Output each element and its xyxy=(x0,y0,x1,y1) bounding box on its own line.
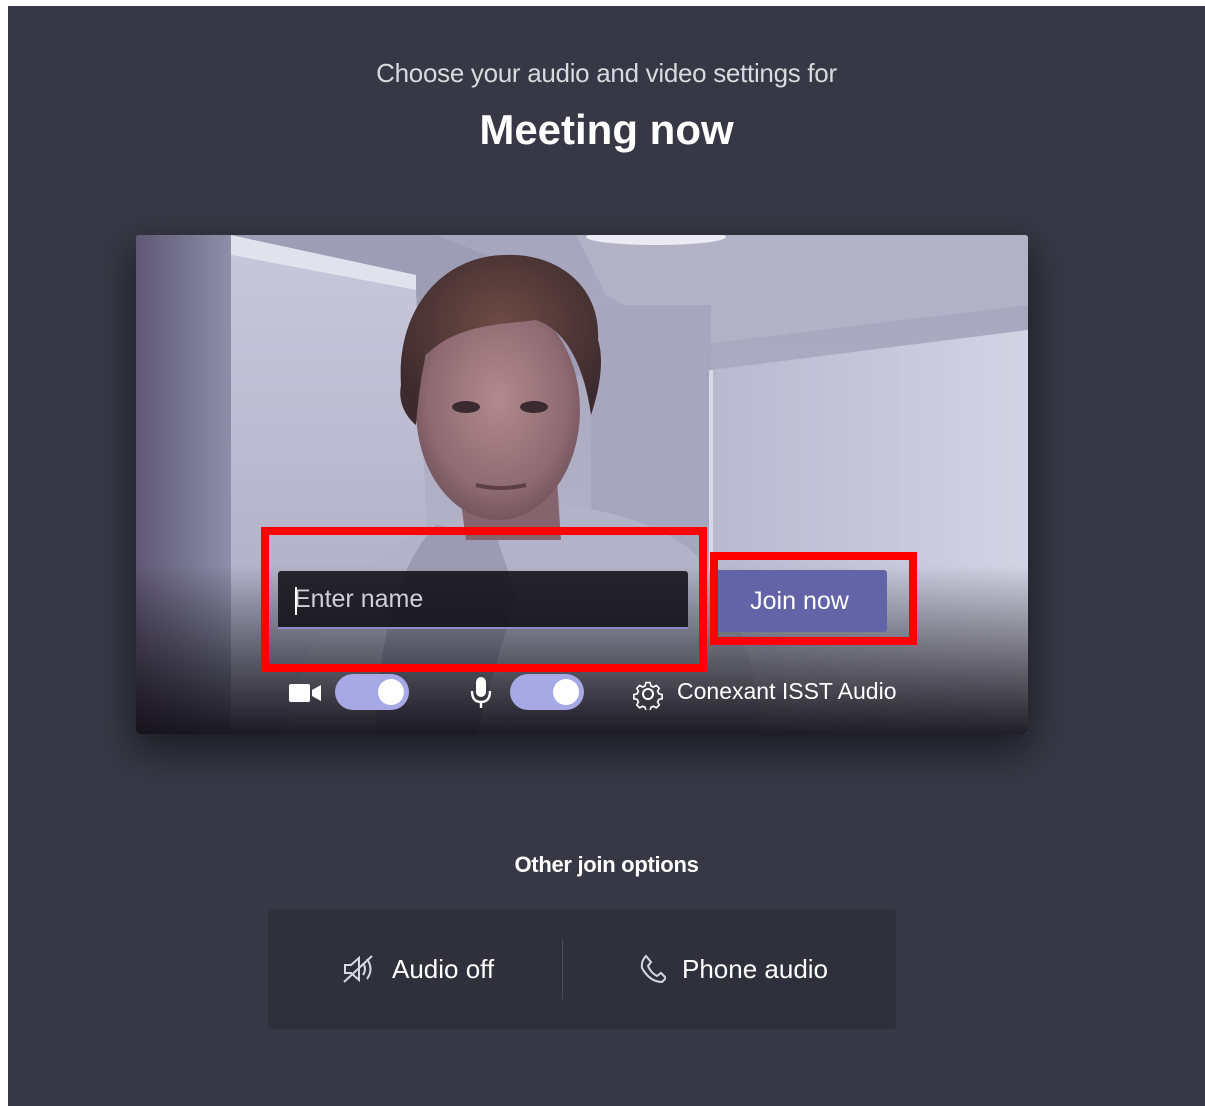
pre-join-screen: Choose your audio and video settings for… xyxy=(8,6,1205,1106)
phone-audio-option[interactable]: Phone audio xyxy=(640,909,828,1029)
page-subtitle: Choose your audio and video settings for xyxy=(376,58,837,88)
toggle-knob xyxy=(553,679,579,705)
audio-off-option[interactable]: Audio off xyxy=(342,909,494,1029)
microphone-toggle[interactable] xyxy=(510,674,584,710)
toggle-knob xyxy=(378,679,404,705)
audio-off-label: Audio off xyxy=(392,953,495,984)
options-divider xyxy=(562,939,563,999)
phone-icon xyxy=(640,954,666,984)
camera-icon xyxy=(289,684,321,702)
speaker-off-icon xyxy=(342,954,376,984)
highlight-box-name xyxy=(261,527,707,672)
phone-audio-label: Phone audio xyxy=(682,953,829,984)
highlight-box-join xyxy=(710,552,917,645)
other-join-options-title: Other join options xyxy=(514,852,699,877)
gear-icon[interactable] xyxy=(632,678,664,710)
microphone-icon xyxy=(470,677,492,708)
audio-device-label[interactable]: Conexant ISST Audio xyxy=(677,678,897,705)
meeting-title: Meeting now xyxy=(479,106,734,153)
other-join-options-panel: Audio off Phone audio xyxy=(268,909,896,1029)
camera-toggle[interactable] xyxy=(335,674,409,710)
